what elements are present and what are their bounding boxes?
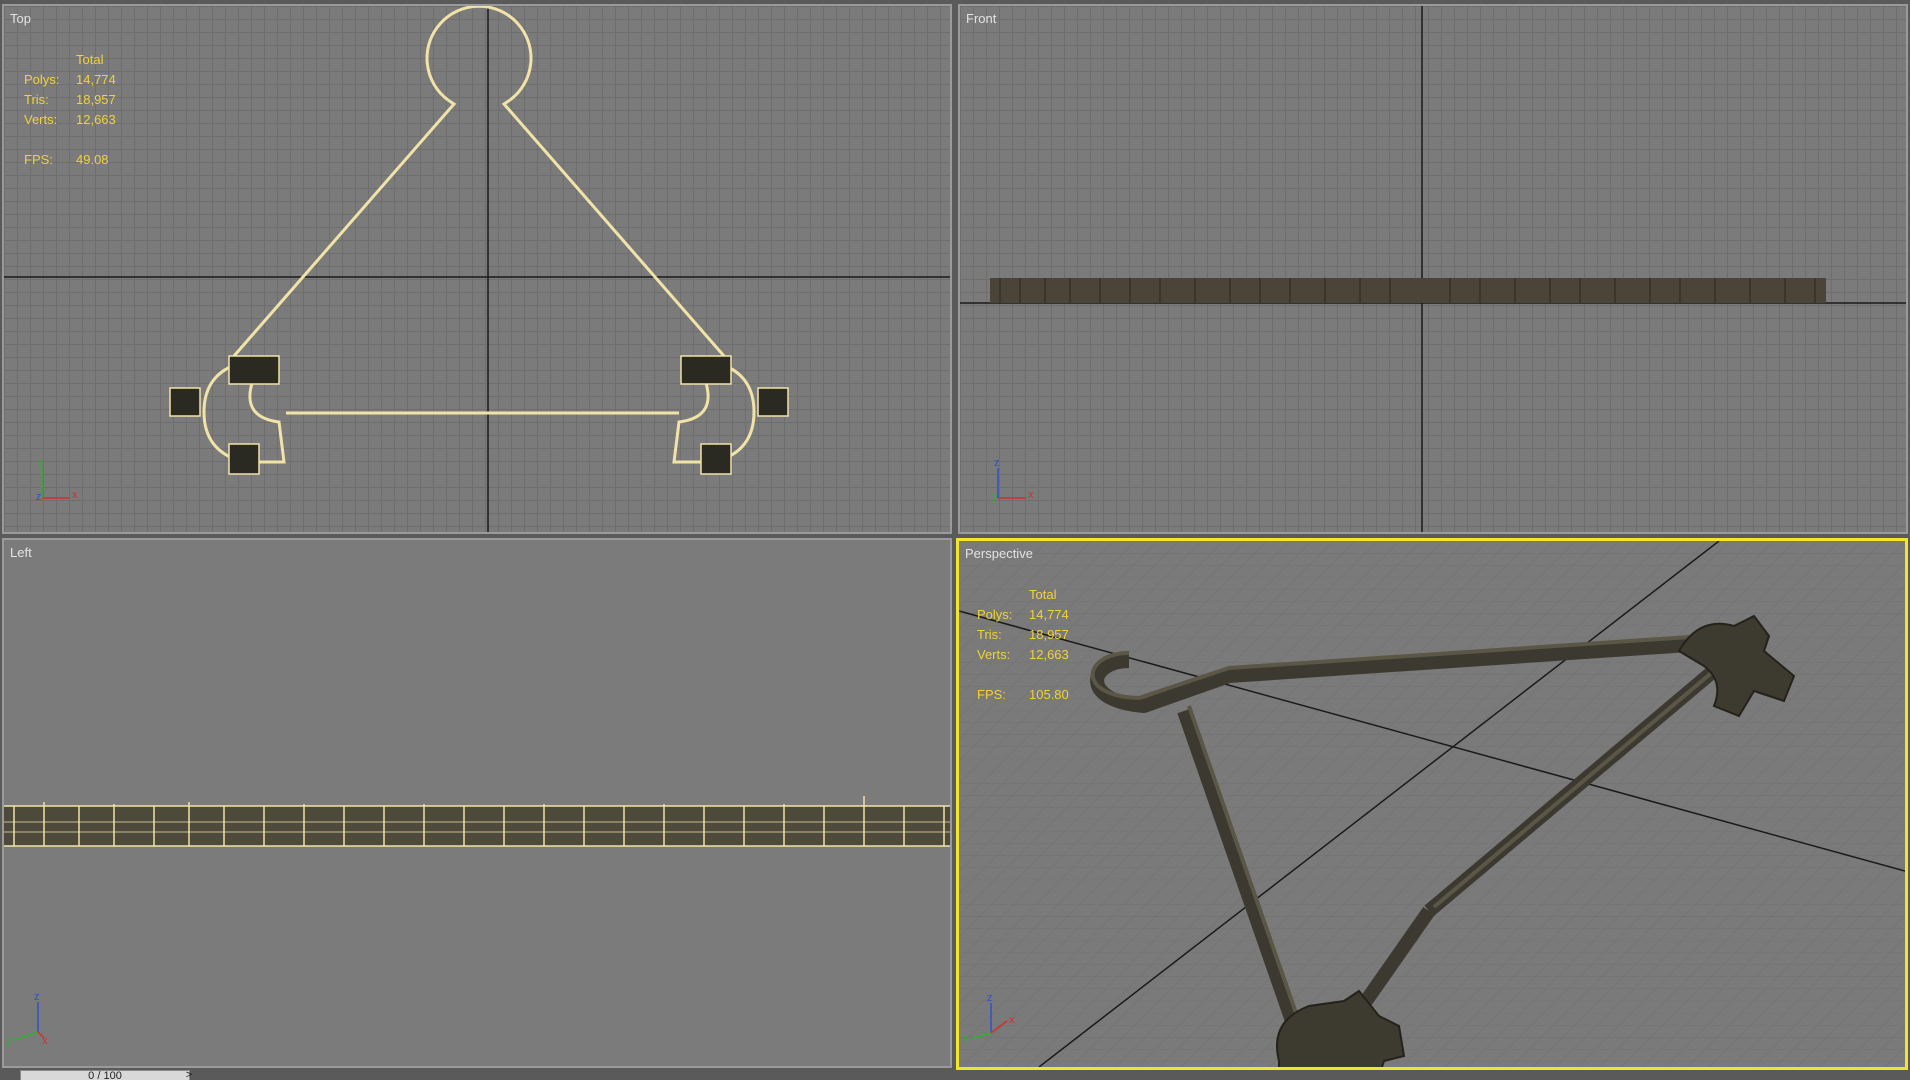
perspective-viewport[interactable]: z y x Perspective Total Polys: 14,774 Tri… xyxy=(956,538,1908,1070)
svg-text:y: y xyxy=(38,457,44,469)
front-viewport[interactable]: x z y Front xyxy=(958,4,1908,534)
viewport-label-top[interactable]: Top xyxy=(10,11,31,26)
viewport-label-front[interactable]: Front xyxy=(966,11,996,26)
stats-header: Total xyxy=(1029,587,1057,602)
tris-label: Tris: xyxy=(977,627,1002,642)
svg-text:y: y xyxy=(6,1035,12,1047)
axis-gizmo-front: x z y xyxy=(992,457,1034,503)
polys-value: 14,774 xyxy=(76,72,116,87)
verts-label: Verts: xyxy=(977,647,1011,662)
top-viewport[interactable]: x y z Top Total Polys: 14,774 Tris: 18,957… xyxy=(2,4,952,534)
svg-text:x: x xyxy=(1009,1014,1015,1026)
svg-text:x: x xyxy=(1028,489,1034,501)
wall-outline xyxy=(202,6,756,464)
tower-blocks xyxy=(169,355,789,475)
polys-label: Polys: xyxy=(24,72,60,87)
tris-label: Tris: xyxy=(24,92,49,107)
verts-label: Verts: xyxy=(24,112,58,127)
perspective-view-canvas: z y x xyxy=(959,541,1905,1067)
max-viewport-layout: x y z Top Total Polys: 14,774 Tris: 18,957… xyxy=(0,0,1910,1080)
stats-overlay-perspective: Total Polys: 14,774 Tris: 18,957 Verts: 12,… xyxy=(977,585,1099,705)
svg-text:x: x xyxy=(42,1035,48,1047)
front-view-canvas: x z y xyxy=(960,6,1906,532)
svg-text:y: y xyxy=(963,1032,969,1044)
next-frame-button[interactable]: > xyxy=(182,1070,196,1080)
svg-text:z: z xyxy=(994,457,1000,469)
polys-value: 14,774 xyxy=(1029,607,1069,622)
tris-value: 18,957 xyxy=(76,92,116,107)
svg-text:y: y xyxy=(992,491,998,503)
verts-value: 12,663 xyxy=(1029,647,1069,662)
svg-text:z: z xyxy=(34,991,40,1003)
svg-text:z: z xyxy=(36,491,42,503)
tris-value: 18,957 xyxy=(1029,627,1069,642)
verts-value: 12,663 xyxy=(76,112,116,127)
fps-label: FPS: xyxy=(977,687,1006,702)
svg-text:x: x xyxy=(72,489,78,501)
fps-value: 105.80 xyxy=(1029,687,1069,702)
wall-elevation xyxy=(990,278,1826,303)
axis-gizmo-left: z y x xyxy=(6,991,48,1047)
polys-label: Polys: xyxy=(977,607,1013,622)
wall-side-wire xyxy=(4,806,950,846)
left-view-canvas: z y x xyxy=(4,796,950,1047)
fps-value: 49.08 xyxy=(76,152,109,167)
viewport-label-left[interactable]: Left xyxy=(10,545,32,560)
axis-gizmo-top: x y z xyxy=(36,457,78,503)
stats-header: Total xyxy=(76,52,104,67)
top-view-canvas: x y z xyxy=(4,6,950,532)
viewport-label-perspective[interactable]: Perspective xyxy=(965,546,1033,561)
svg-text:z: z xyxy=(987,992,993,1004)
time-slider[interactable]: 0 / 100 xyxy=(20,1070,190,1080)
stats-overlay-top: Total Polys: 14,774 Tris: 18,957 Verts: 12,… xyxy=(24,50,146,170)
fps-label: FPS: xyxy=(24,152,53,167)
left-viewport[interactable]: z y x Left xyxy=(2,538,952,1068)
